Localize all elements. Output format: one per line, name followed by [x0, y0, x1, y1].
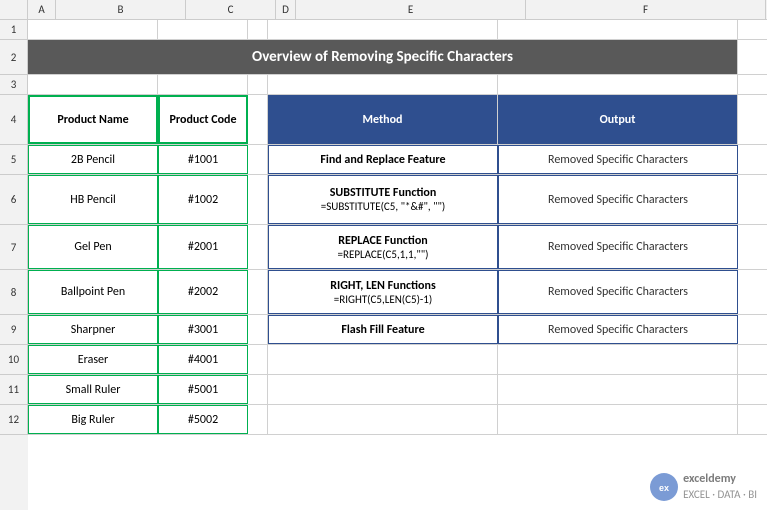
spreadsheet: A B C D E F 1 2 3 4 5 6 7 8 9 10 11 12	[0, 0, 767, 510]
row-6: HB Pencil #1002 SUBSTITUTE Function =SUB…	[28, 175, 767, 225]
cell-f1	[498, 20, 738, 39]
row-num-5: 5	[0, 145, 28, 175]
cell-d9	[248, 315, 268, 344]
row-num-3: 3	[0, 75, 28, 95]
cell-c3	[158, 75, 248, 94]
cell-e3	[268, 75, 498, 94]
method-2: REPLACE Function =REPLACE(C5,1,1,"")	[268, 225, 498, 269]
product-code-6: #5001	[158, 375, 248, 404]
cell-b1	[28, 20, 158, 39]
row-num-10: 10	[0, 345, 28, 375]
col-header-c: C	[186, 0, 276, 19]
cell-d4	[248, 95, 268, 144]
product-name-5: Eraser	[28, 345, 158, 374]
cell-e12	[268, 405, 498, 434]
row-num-2: 2	[0, 40, 28, 75]
output-0: Removed Specific Characters	[498, 145, 738, 174]
method-0: Find and Replace Feature	[268, 145, 498, 174]
cell-d8	[248, 270, 268, 314]
watermark-logo: ex	[650, 473, 678, 501]
row-4: Product Name Product Code Method Output	[28, 95, 767, 145]
output-4: Removed Specific Characters	[498, 315, 738, 344]
cell-f12	[498, 405, 738, 434]
method-header: Method	[268, 95, 498, 144]
row-5: 2B Pencil #1001 Find and Replace Feature…	[28, 145, 767, 175]
product-code-3: #2002	[158, 270, 248, 314]
cell-e11	[268, 375, 498, 404]
row-10: Eraser #4001	[28, 345, 767, 375]
row-num-11: 11	[0, 375, 28, 405]
row-3	[28, 75, 767, 95]
sheet-title: Overview of Removing Specific Characters	[28, 40, 738, 74]
watermark: ex exceldemy EXCEL · DATA · BI	[650, 472, 757, 502]
row-num-6: 6	[0, 175, 28, 225]
row-2: Overview of Removing Specific Characters	[28, 40, 767, 75]
cell-f11	[498, 375, 738, 404]
cell-c1	[158, 20, 248, 39]
cell-d12	[248, 405, 268, 434]
cell-d6	[248, 175, 268, 224]
watermark-text: exceldemy EXCEL · DATA · BI	[683, 472, 757, 502]
cell-d11	[248, 375, 268, 404]
row-num-1: 1	[0, 20, 28, 40]
cell-e1	[268, 20, 498, 39]
product-name-2: Gel Pen	[28, 225, 158, 269]
method-4: Flash Fill Feature	[268, 315, 498, 344]
method-3: RIGHT, LEN Functions =RIGHT(C5,LEN(C5)-1…	[268, 270, 498, 314]
product-code-5: #4001	[158, 345, 248, 374]
cell-d7	[248, 225, 268, 269]
col-header-f: F	[526, 0, 766, 19]
cell-f3	[498, 75, 738, 94]
product-code-7: #5002	[158, 405, 248, 434]
product-code-1: #1002	[158, 175, 248, 224]
row-7: Gel Pen #2001 REPLACE Function =REPLACE(…	[28, 225, 767, 270]
row-num-8: 8	[0, 270, 28, 315]
svg-text:ex: ex	[659, 483, 669, 493]
row-8: Ballpoint Pen #2002 RIGHT, LEN Functions…	[28, 270, 767, 315]
row-num-12: 12	[0, 405, 28, 435]
cell-e10	[268, 345, 498, 374]
row-num-9: 9	[0, 315, 28, 345]
row-num-7: 7	[0, 225, 28, 270]
row-1	[28, 20, 767, 40]
product-name-header: Product Name	[28, 95, 158, 144]
product-name-7: Big Ruler	[28, 405, 158, 434]
product-code-4: #3001	[158, 315, 248, 344]
col-header-e: E	[296, 0, 526, 19]
col-header-d: D	[276, 0, 296, 19]
row-num-4: 4	[0, 95, 28, 145]
corner-cell	[0, 0, 28, 19]
content-area: Overview of Removing Specific Characters…	[28, 20, 767, 510]
product-name-6: Small Ruler	[28, 375, 158, 404]
cell-d1	[248, 20, 268, 39]
row-9: Sharpner #3001 Flash Fill Feature Remove…	[28, 315, 767, 345]
output-2: Removed Specific Characters	[498, 225, 738, 269]
column-headers: A B C D E F	[0, 0, 767, 20]
method-1: SUBSTITUTE Function =SUBSTITUTE(C5, "*&#…	[268, 175, 498, 224]
cell-d5	[248, 145, 268, 174]
product-name-3: Ballpoint Pen	[28, 270, 158, 314]
grid-body: 1 2 3 4 5 6 7 8 9 10 11 12 O	[0, 20, 767, 510]
product-name-1: HB Pencil	[28, 175, 158, 224]
product-code-2: #2001	[158, 225, 248, 269]
cell-b3	[28, 75, 158, 94]
product-code-header: Product Code	[158, 95, 248, 144]
output-header: Output	[498, 95, 738, 144]
row-12: Big Ruler #5002	[28, 405, 767, 435]
row-11: Small Ruler #5001	[28, 375, 767, 405]
product-name-0: 2B Pencil	[28, 145, 158, 174]
cell-d3	[248, 75, 268, 94]
cell-f10	[498, 345, 738, 374]
col-header-a: A	[28, 0, 56, 19]
output-3: Removed Specific Characters	[498, 270, 738, 314]
cell-d10	[248, 345, 268, 374]
output-1: Removed Specific Characters	[498, 175, 738, 224]
product-name-4: Sharpner	[28, 315, 158, 344]
row-numbers: 1 2 3 4 5 6 7 8 9 10 11 12	[0, 20, 28, 510]
col-header-b: B	[56, 0, 186, 19]
product-code-0: #1001	[158, 145, 248, 174]
